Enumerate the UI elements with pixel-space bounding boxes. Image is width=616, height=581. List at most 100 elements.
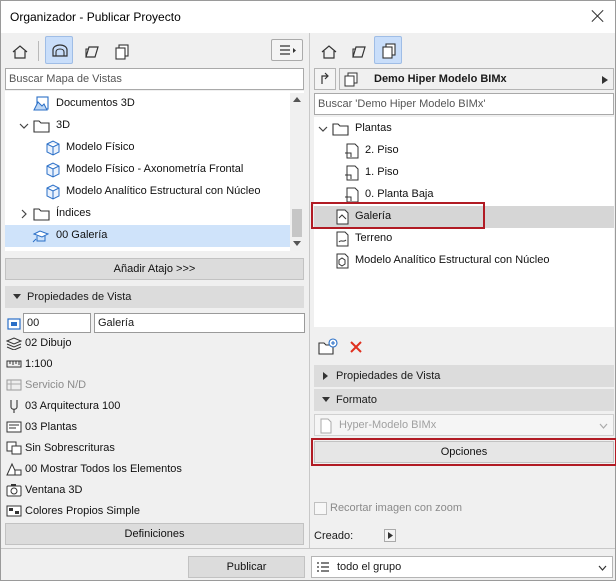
tree-item-label: 2. Piso <box>365 144 399 156</box>
tree-item-label: Modelo Físico - Axonometría Frontal <box>66 163 244 175</box>
highlight-options <box>311 438 616 466</box>
prop-label: Ventana 3D <box>25 484 83 496</box>
tree-item-plantas[interactable]: Plantas <box>314 118 614 140</box>
publish-button[interactable]: Publicar <box>188 556 305 578</box>
prop-pen-set[interactable]: 03 Arquitectura 100 <box>5 396 305 417</box>
view-id-field[interactable]: 00 <box>23 313 91 333</box>
prop-label: 1:100 <box>25 358 53 370</box>
publish-scope-select[interactable]: todo el grupo <box>311 556 613 578</box>
chevron-down-icon[interactable] <box>318 124 328 134</box>
prop-label: 02 Dibujo <box>25 337 72 349</box>
prop-scale[interactable]: 1:100 <box>5 354 305 375</box>
prop-renovation-filter[interactable]: 00 Mostrar Todos los Elementos <box>5 459 305 480</box>
layout-book-icon[interactable] <box>77 37 105 65</box>
layer-combination-icon <box>6 337 22 350</box>
triangle-right-icon <box>388 532 393 539</box>
publisher-search-input[interactable] <box>315 94 613 114</box>
publisher-set-icon <box>344 72 358 87</box>
footer-divider <box>1 548 615 549</box>
prop-label: 03 Plantas <box>25 421 77 433</box>
chevron-right-icon <box>602 76 608 84</box>
tree-item-3d[interactable]: 3D <box>5 115 304 137</box>
close-icon[interactable] <box>589 7 607 25</box>
go-up-button[interactable] <box>314 68 336 90</box>
chevron-down-icon[interactable] <box>19 121 29 131</box>
prop-colors[interactable]: Colores Propios Simple <box>5 501 305 522</box>
tree-item-terreno[interactable]: Terreno <box>314 228 614 250</box>
project-map-icon[interactable] <box>314 37 342 65</box>
chevron-right-icon[interactable] <box>19 209 29 219</box>
view-map-icon[interactable] <box>45 36 73 64</box>
prop-model-view-options[interactable]: 03 Plantas <box>5 417 305 438</box>
new-folder-icon[interactable] <box>318 338 338 356</box>
chevron-down-icon <box>599 423 608 429</box>
tree-item-documentos-3d[interactable]: Documentos 3D <box>5 93 304 115</box>
camera-icon <box>6 484 22 497</box>
cube-icon <box>46 140 60 156</box>
triangle-down-icon <box>322 397 330 402</box>
prop-graphic-override[interactable]: Sin Sobrescrituras <box>5 438 305 459</box>
prop-3d-window[interactable]: Ventana 3D <box>5 480 305 501</box>
panel-menu-button[interactable] <box>271 39 303 61</box>
tree-item-label: 3D <box>56 119 71 131</box>
tree-item-axonometria[interactable]: Modelo Físico - Axonometría Frontal <box>5 159 304 181</box>
title-bar: Organizador - Publicar Proyecto <box>1 1 615 33</box>
format-value: Hyper-Modelo BIMx <box>339 419 437 431</box>
palette-icon <box>6 505 22 517</box>
crop-zoom-label: Recortar imagen con zoom <box>330 502 463 514</box>
tree-item-label: Modelo Analítico Estructural con Núcleo <box>66 185 261 197</box>
format-select[interactable]: Hyper-Modelo BIMx <box>314 414 614 436</box>
scroll-up-icon[interactable] <box>293 96 301 102</box>
view-map-search[interactable] <box>5 68 304 90</box>
tree-item-label: 0. Planta Baja <box>365 188 434 200</box>
format-header[interactable]: Formato <box>314 389 614 411</box>
graphic-override-icon <box>6 441 22 455</box>
publisher-search[interactable] <box>314 93 614 115</box>
created-label: Creado: <box>314 530 354 542</box>
tree-item-2-piso[interactable]: 2. Piso <box>314 140 614 162</box>
scroll-down-icon[interactable] <box>293 241 301 247</box>
view-map-search-input[interactable] <box>6 69 303 89</box>
floor-plan-icon <box>345 143 359 159</box>
crop-zoom-checkbox[interactable] <box>314 502 327 515</box>
prop-label: 00 Mostrar Todos los Elementos <box>25 463 182 475</box>
scale-icon <box>6 360 22 368</box>
view-properties-header[interactable]: Propiedades de Vista <box>5 286 304 308</box>
terrain-view-icon <box>336 231 349 247</box>
view-name-field[interactable]: Galería <box>94 313 305 333</box>
publisher-pane: Demo Hiper Modelo BIMx Plantas 2. Piso 1… <box>309 33 616 548</box>
tree-item-galeria[interactable]: 00 Galería <box>5 225 290 247</box>
project-map-icon[interactable] <box>5 37 33 65</box>
publisher-sets-icon[interactable] <box>107 37 135 65</box>
delete-icon[interactable] <box>349 340 363 354</box>
folder-icon <box>332 123 349 136</box>
renovation-filter-icon <box>6 462 22 476</box>
add-shortcut-button[interactable]: Añadir Atajo >>> <box>5 258 304 280</box>
toolbar-separator <box>38 41 39 61</box>
prop-label: 03 Arquitectura 100 <box>25 400 121 412</box>
chevron-down-icon <box>598 565 607 571</box>
tree-item-indices[interactable]: Índices <box>5 203 304 225</box>
definitions-button[interactable]: Definiciones <box>5 523 304 545</box>
tree-item-label: Documentos 3D <box>56 97 135 109</box>
floor-plan-icon <box>345 165 359 181</box>
publisher-set-selector[interactable]: Demo Hiper Modelo BIMx <box>339 68 614 90</box>
created-expand-button[interactable] <box>384 529 396 542</box>
tree-item-modelo-analitico[interactable]: Modelo Analítico Estructural con Núcleo <box>314 250 614 272</box>
view-properties-header[interactable]: Propiedades de Vista <box>314 365 614 387</box>
tree-item-modelo-fisico[interactable]: Modelo Físico <box>5 137 304 159</box>
tree-item-label: Modelo Analítico Estructural con Núcleo <box>355 254 550 266</box>
structure-display-icon <box>6 379 22 391</box>
organizer-window: Organizador - Publicar Proyecto Buscar M… <box>0 0 616 581</box>
layout-book-icon[interactable] <box>344 37 372 65</box>
tree-item-label: Modelo Físico <box>66 141 135 153</box>
prop-layer-combination[interactable]: 02 Dibujo <box>5 333 305 354</box>
tree-item-label: Terreno <box>355 232 393 244</box>
view-map-scrollbar[interactable] <box>290 93 304 251</box>
tree-item-1-piso[interactable]: 1. Piso <box>314 162 614 184</box>
tree-item-modelo-analitico[interactable]: Modelo Analítico Estructural con Núcleo <box>5 181 304 203</box>
triangle-right-icon <box>323 372 328 380</box>
view-map-pane: Documentos 3D 3D Modelo Físico Modelo Fí… <box>1 33 309 548</box>
scrollbar-thumb[interactable] <box>292 209 302 237</box>
publisher-sets-icon[interactable] <box>374 36 402 64</box>
